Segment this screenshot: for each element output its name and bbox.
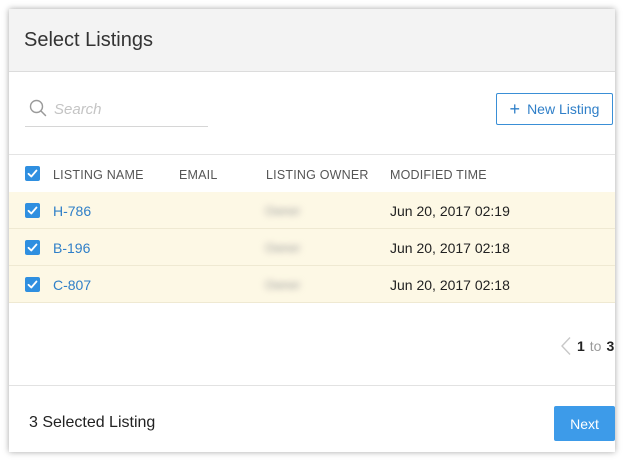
chevron-left-icon[interactable] (560, 336, 572, 356)
column-header-email[interactable]: EMAIL (179, 168, 218, 182)
modified-time: Jun 20, 2017 02:18 (390, 240, 510, 256)
search-icon (29, 99, 47, 117)
check-icon (27, 280, 38, 289)
dialog-footer: 3 Selected Listing Next (9, 385, 615, 452)
row-checkbox[interactable] (25, 203, 40, 218)
search-box[interactable] (25, 95, 208, 127)
check-icon (27, 169, 38, 178)
listing-name-link[interactable]: C-807 (53, 277, 91, 293)
listing-owner: Owner (265, 278, 301, 292)
next-button[interactable]: Next (554, 406, 615, 441)
dialog-header: Select Listings (9, 9, 615, 72)
new-listing-label: New Listing (527, 101, 600, 117)
table-header: LISTING NAME EMAIL LISTING OWNER MODIFIE… (9, 154, 615, 193)
column-header-modified-time[interactable]: MODIFIED TIME (390, 168, 487, 182)
listing-owner: Owner (265, 241, 301, 255)
new-listing-button[interactable]: + New Listing (496, 93, 613, 125)
page-range-start: 1 (577, 338, 585, 354)
table-row[interactable]: H-786 Owner Jun 20, 2017 02:19 (9, 192, 615, 229)
listing-name-link[interactable]: H-786 (53, 203, 91, 219)
page-range-end: 3 (606, 338, 615, 354)
listing-name-link[interactable]: B-196 (53, 240, 90, 256)
pagination: 1 to 3 (560, 335, 614, 357)
search-input[interactable] (54, 98, 204, 120)
select-listings-dialog: Select Listings + New Listing LISTING NA… (9, 9, 615, 452)
dialog-title: Select Listings (24, 29, 153, 51)
modified-time: Jun 20, 2017 02:18 (390, 277, 510, 293)
table-row[interactable]: C-807 Owner Jun 20, 2017 02:18 (9, 266, 615, 303)
page-range-separator: to (589, 338, 602, 354)
row-checkbox[interactable] (25, 277, 40, 292)
plus-icon: + (509, 99, 521, 119)
select-all-checkbox[interactable] (25, 166, 40, 181)
listing-owner: Owner (265, 204, 301, 218)
column-header-listing-name[interactable]: LISTING NAME (53, 168, 144, 182)
row-checkbox[interactable] (25, 240, 40, 255)
table-row[interactable]: B-196 Owner Jun 20, 2017 02:18 (9, 229, 615, 266)
modified-time: Jun 20, 2017 02:19 (390, 203, 510, 219)
column-header-listing-owner[interactable]: LISTING OWNER (266, 168, 369, 182)
check-icon (27, 243, 38, 252)
check-icon (27, 206, 38, 215)
selected-count-label: 3 Selected Listing (29, 414, 156, 431)
